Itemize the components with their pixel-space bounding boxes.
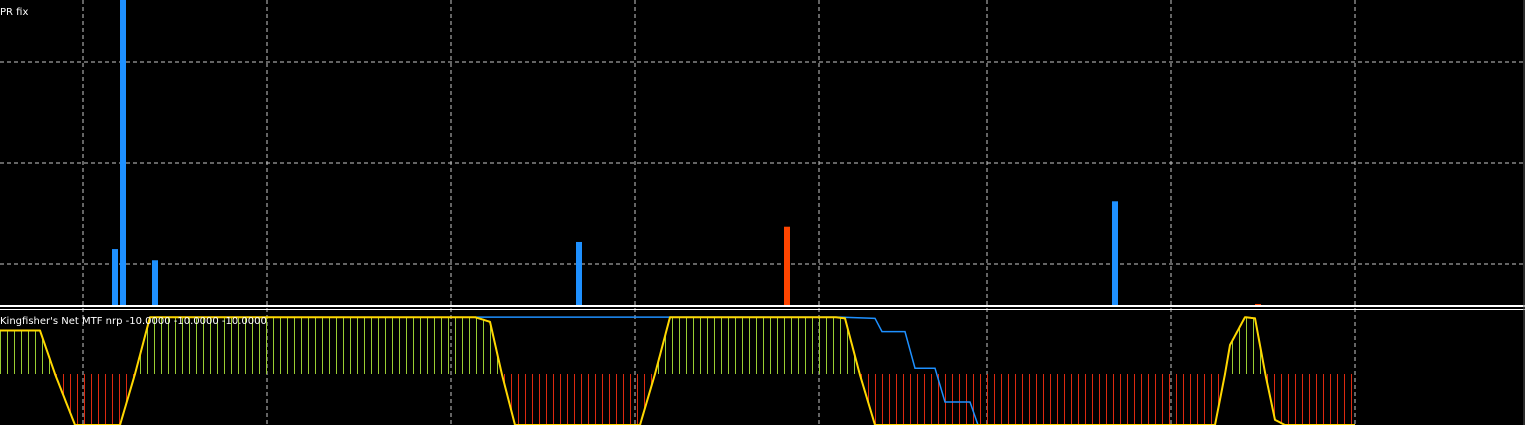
volume-bar xyxy=(1112,201,1118,305)
volume-bar xyxy=(576,241,582,305)
volume-bar xyxy=(152,260,158,305)
volume-bar xyxy=(120,0,126,305)
volume-bar xyxy=(1255,303,1261,305)
chart-canvas: PR fix Kingfisher's Net MTF nrp -10.0000… xyxy=(0,0,1525,425)
chart-background xyxy=(0,0,1525,425)
upper-panel-title: PR fix xyxy=(0,7,28,18)
volume-bar xyxy=(112,249,118,305)
lower-panel-title: Kingfisher's Net MTF nrp -10.0000 -10.00… xyxy=(0,316,267,327)
volume-bar xyxy=(784,226,790,305)
